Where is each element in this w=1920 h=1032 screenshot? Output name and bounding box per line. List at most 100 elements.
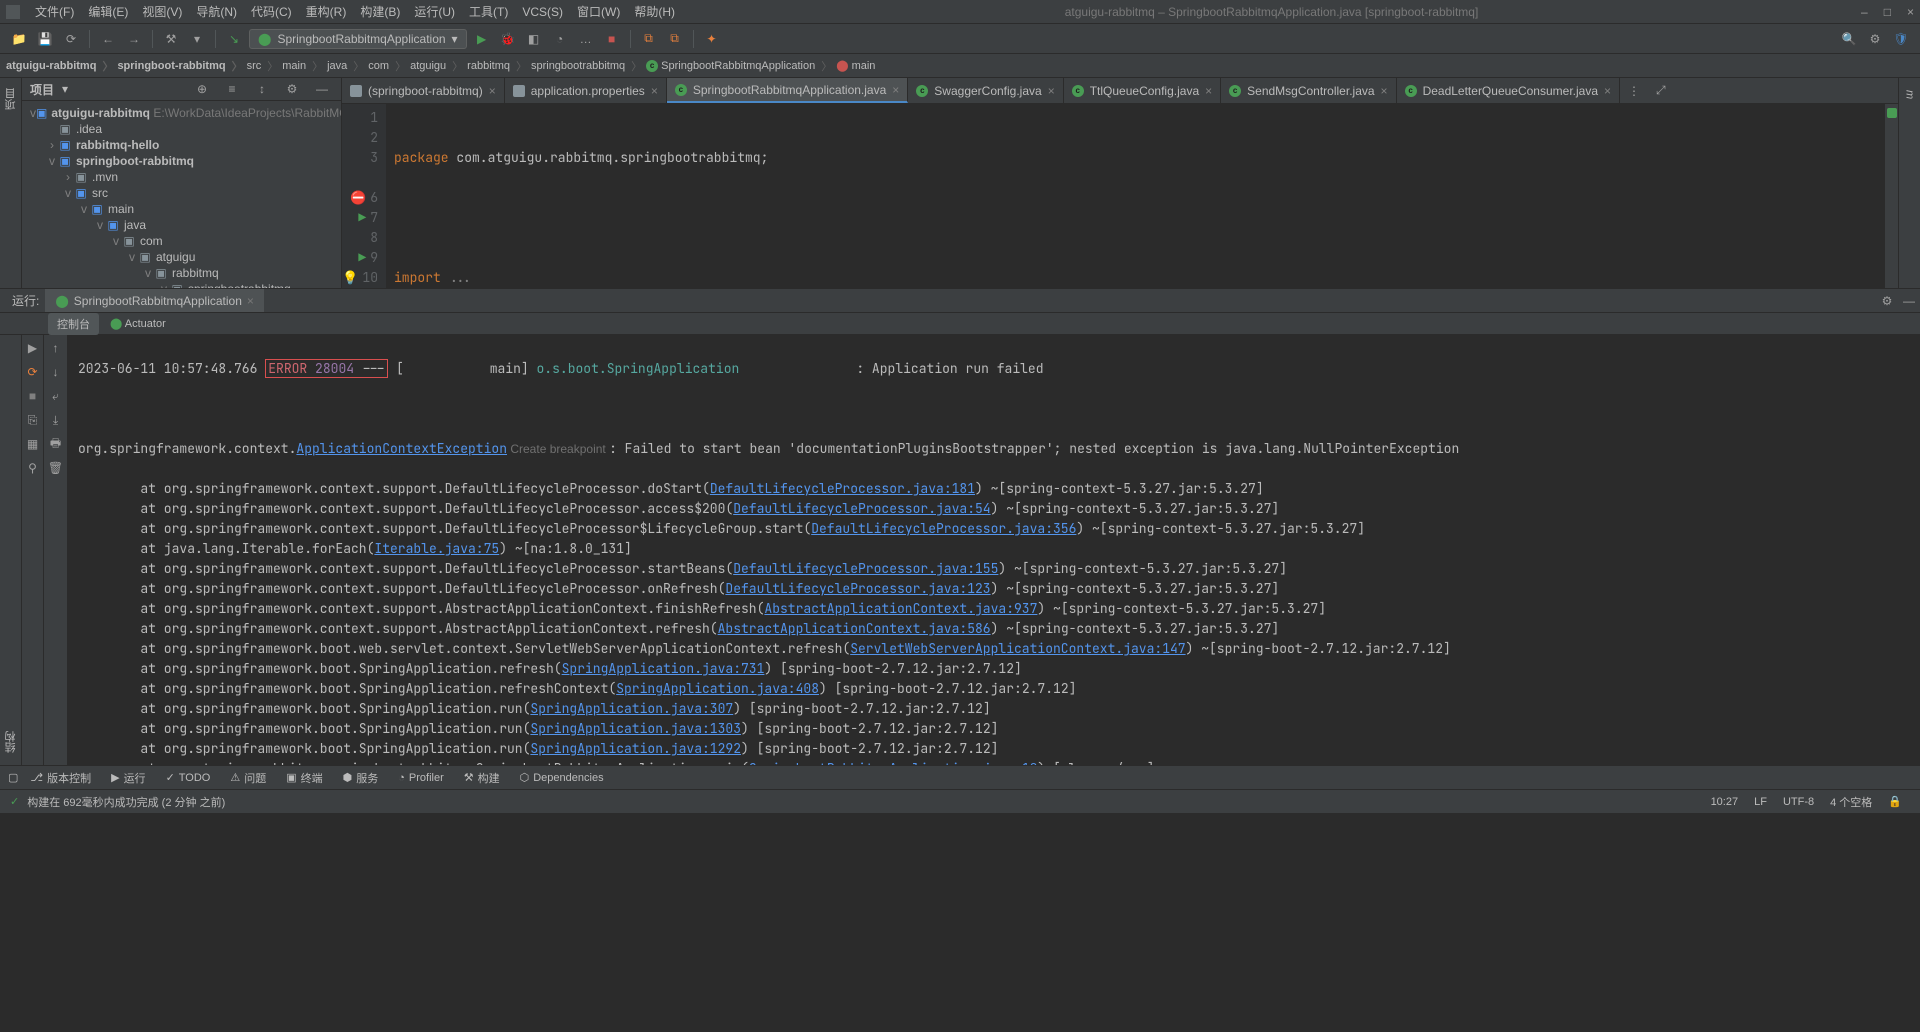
collapse-icon[interactable]: ⊕ — [191, 78, 213, 100]
git-icon[interactable]: ⧉ — [638, 28, 660, 50]
refresh-icon[interactable]: ⟳ — [60, 28, 82, 50]
tabs-more-icon[interactable]: ⋮ — [1620, 78, 1648, 103]
tree-item[interactable]: v▣src — [22, 185, 341, 201]
up-icon[interactable]: ↑ — [47, 339, 65, 357]
hide-icon[interactable]: — — [311, 78, 333, 100]
misc-icon[interactable]: ✦ — [701, 28, 723, 50]
tree-item[interactable]: v▣atguigu — [22, 249, 341, 265]
back-icon[interactable]: ← — [97, 28, 119, 50]
tree-item[interactable]: v▣springboot-rabbitmq — [22, 153, 341, 169]
indent-info[interactable]: 4 个空格 — [1822, 794, 1880, 810]
menu-item[interactable]: 编辑(E) — [81, 5, 135, 19]
crumb[interactable]: ⬤ main — [834, 59, 883, 72]
maximize-icon[interactable]: □ — [1884, 5, 1891, 19]
tool-window-toggle-icon[interactable]: ▢ — [8, 771, 18, 784]
tabs-expand-icon[interactable]: ⤢ — [1648, 78, 1674, 103]
terminal-tab[interactable]: ▣ 终端 — [278, 770, 330, 786]
search-icon[interactable]: 🔍 — [1838, 28, 1860, 50]
crumb[interactable]: com — [366, 58, 408, 74]
tree-item[interactable]: v▣java — [22, 217, 341, 233]
crumb[interactable]: rabbitmq — [465, 58, 529, 74]
editor-tab[interactable]: (springboot-rabbitmq)× — [342, 78, 505, 103]
wrap-icon[interactable]: ⤶ — [47, 387, 65, 405]
save-icon[interactable]: 💾 — [34, 28, 56, 50]
profile-icon[interactable]: ◔ — [549, 28, 571, 50]
project-tab[interactable]: 项目 — [3, 84, 19, 114]
editor-tab[interactable]: cSendMsgController.java× — [1221, 78, 1396, 103]
minimize-icon[interactable]: – — [1861, 5, 1868, 19]
menu-item[interactable]: 代码(C) — [244, 5, 299, 19]
run-tab[interactable]: ▶ 运行 — [103, 770, 153, 786]
actuator-tab[interactable]: ⬤ Actuator — [101, 314, 175, 333]
file-encoding[interactable]: UTF-8 — [1775, 796, 1822, 808]
profiler-tab[interactable]: ◔ Profiler — [390, 772, 452, 784]
coverage-icon[interactable]: ◧ — [523, 28, 545, 50]
console-tab[interactable]: 控制台 — [48, 313, 99, 335]
more-icon[interactable]: ▾ — [186, 28, 208, 50]
build-tab[interactable]: ⚒ 构建 — [456, 770, 508, 786]
menu-item[interactable]: 导航(N) — [189, 5, 244, 19]
console-output[interactable]: 2023-06-11 10:57:48.766 ERROR 28004 --- … — [68, 335, 1920, 765]
lock-icon[interactable]: 🔒 — [1880, 795, 1910, 808]
attach-icon[interactable]: … — [575, 28, 597, 50]
run-icon[interactable]: ▶ — [471, 28, 493, 50]
close-icon[interactable]: × — [1907, 5, 1914, 19]
menu-item[interactable]: 工具(T) — [462, 5, 515, 19]
rerun2-icon[interactable]: ⟳ — [24, 363, 42, 381]
editor-tab[interactable]: cTtlQueueConfig.java× — [1064, 78, 1221, 103]
todo-tab[interactable]: ✓ TODO — [158, 771, 219, 784]
stop-icon[interactable]: ■ — [24, 387, 42, 405]
tree-item[interactable]: ▣.idea — [22, 121, 341, 137]
editor-tab[interactable]: application.properties× — [505, 78, 667, 103]
menu-item[interactable]: 重构(R) — [299, 5, 354, 19]
menu-item[interactable]: 窗口(W) — [570, 5, 627, 19]
pin-icon[interactable]: ⚲ — [24, 459, 42, 477]
crumb[interactable]: atguigu-rabbitmq — [4, 58, 115, 74]
code-editor[interactable]: package com.atguigu.rabbitmq.springbootr… — [386, 104, 1884, 288]
gear-icon[interactable]: ⚙ — [281, 78, 303, 100]
crumb[interactable]: java — [325, 58, 366, 74]
scroll-icon[interactable]: ⤓ — [47, 411, 65, 429]
build-icon[interactable]: ⚒ — [160, 28, 182, 50]
structure-tab[interactable]: 结构 — [3, 725, 19, 759]
project-tree[interactable]: v▣ atguigu-rabbitmq E:\WorkData\IdeaProj… — [22, 101, 341, 288]
tree-item[interactable]: v▣springbootrabbitmq — [22, 281, 341, 288]
problems-tab[interactable]: ⚠ 问题 — [222, 770, 274, 786]
debug-icon[interactable]: 🐞 — [497, 28, 519, 50]
exit-icon[interactable]: ⎘ — [24, 411, 42, 429]
select-icon[interactable]: ≡ — [221, 78, 243, 100]
assist-icon[interactable]: 🛡 — [1890, 28, 1912, 50]
menu-item[interactable]: VCS(S) — [515, 5, 570, 19]
down-icon[interactable]: ↓ — [47, 363, 65, 381]
editor-tab[interactable]: cSwaggerConfig.java× — [908, 78, 1063, 103]
tree-item[interactable]: v▣com — [22, 233, 341, 249]
crumb[interactable]: main — [280, 58, 325, 74]
run-config-selector[interactable]: ⬤SpringbootRabbitmqApplication▾ — [249, 29, 467, 49]
vc-tab[interactable]: ⎇ 版本控制 — [22, 770, 99, 786]
crumb[interactable]: springboot-rabbitmq — [115, 58, 244, 74]
rerun-icon[interactable]: ▶ — [24, 339, 42, 357]
print-icon[interactable]: 🖶 — [47, 435, 65, 453]
settings-icon[interactable]: ⚙ — [1864, 28, 1886, 50]
tree-item[interactable]: v▣main — [22, 201, 341, 217]
menu-item[interactable]: 文件(F) — [28, 5, 81, 19]
clear-icon[interactable]: 🗑 — [47, 459, 65, 477]
run-hide-icon[interactable]: — — [1898, 290, 1920, 312]
menu-item[interactable]: 构建(B) — [353, 5, 407, 19]
editor-tab[interactable]: cDeadLetterQueueConsumer.java× — [1397, 78, 1620, 103]
maven-tab[interactable]: m — [1904, 86, 1916, 103]
deps-tab[interactable]: ⬡ Dependencies — [512, 771, 612, 784]
run-config-tab[interactable]: ⬤SpringbootRabbitmqApplication× — [45, 289, 264, 312]
forward-icon[interactable]: → — [123, 28, 145, 50]
menu-item[interactable]: 帮助(H) — [627, 5, 682, 19]
crumb[interactable]: springbootrabbitmq — [529, 58, 644, 74]
tree-item[interactable]: ›▣rabbitmq-hello — [22, 137, 341, 153]
line-ending[interactable]: LF — [1746, 796, 1775, 808]
sort-icon[interactable]: ↕ — [251, 78, 273, 100]
open-icon[interactable]: 📁 — [8, 28, 30, 50]
crumb[interactable]: src — [245, 58, 281, 74]
tree-item[interactable]: ›▣.mvn — [22, 169, 341, 185]
tree-item[interactable]: v▣rabbitmq — [22, 265, 341, 281]
tree-root[interactable]: v▣ atguigu-rabbitmq E:\WorkData\IdeaProj… — [22, 105, 341, 121]
editor-tab[interactable]: cSpringbootRabbitmqApplication.java× — [667, 78, 908, 103]
